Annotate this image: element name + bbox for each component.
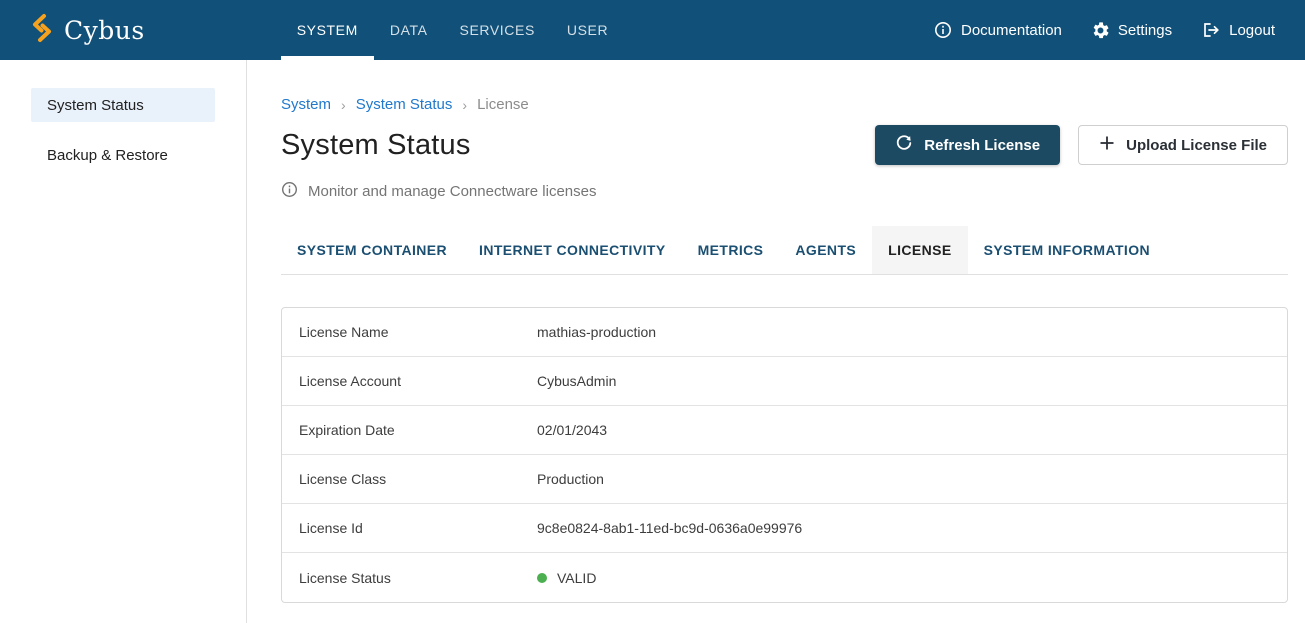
status-dot-valid (537, 573, 547, 583)
info-icon (934, 21, 952, 39)
breadcrumb-separator: › (462, 97, 467, 113)
row-value: Production (537, 471, 604, 487)
page-action-buttons: Refresh License Upload License File (875, 125, 1288, 165)
tab-system-container[interactable]: SYSTEM CONTAINER (281, 226, 463, 274)
gear-icon (1092, 22, 1109, 39)
sidebar-item-system-status[interactable]: System Status (31, 88, 215, 122)
documentation-link[interactable]: Documentation (934, 21, 1062, 39)
table-row-license-id: License Id 9c8e0824-8ab1-11ed-bc9d-0636a… (282, 504, 1287, 553)
breadcrumb-license: License (477, 96, 529, 113)
table-row-license-status: License Status VALID (282, 553, 1287, 602)
row-label: License Class (282, 471, 537, 487)
row-label: License Id (282, 520, 537, 536)
cybus-logo: Cybus (30, 0, 145, 60)
table-row-license-name: License Name mathias-production (282, 308, 1287, 357)
row-value: CybusAdmin (537, 373, 616, 389)
tab-metrics[interactable]: METRICS (682, 226, 780, 274)
refresh-license-label: Refresh License (924, 137, 1040, 154)
breadcrumb-system-status[interactable]: System Status (356, 96, 453, 113)
header-actions: Documentation Settings Logout (934, 0, 1275, 60)
main-content: System › System Status › License System … (247, 60, 1305, 623)
row-label: License Account (282, 373, 537, 389)
breadcrumb-separator: › (341, 97, 346, 113)
page-subtitle-text: Monitor and manage Connectware licenses (308, 183, 597, 200)
breadcrumb: System › System Status › License (281, 96, 1288, 113)
nav-item-services[interactable]: SERVICES (444, 0, 551, 60)
tab-system-information[interactable]: SYSTEM INFORMATION (968, 226, 1166, 274)
tab-internet-connectivity[interactable]: INTERNET CONNECTIVITY (463, 226, 682, 274)
table-row-license-class: License Class Production (282, 455, 1287, 504)
nav-item-data[interactable]: DATA (374, 0, 444, 60)
logo-text: Cybus (64, 16, 145, 45)
row-value: mathias-production (537, 324, 656, 340)
plus-icon (1099, 135, 1115, 155)
logout-link[interactable]: Logout (1202, 21, 1275, 39)
sidebar-item-backup-restore[interactable]: Backup & Restore (31, 138, 215, 172)
logout-label: Logout (1229, 22, 1275, 39)
nav-item-user[interactable]: USER (551, 0, 624, 60)
refresh-icon (895, 134, 913, 156)
license-details-card: License Name mathias-production License … (281, 307, 1288, 603)
cybus-logo-icon (30, 13, 54, 48)
row-value: 9c8e0824-8ab1-11ed-bc9d-0636a0e99976 (537, 520, 802, 536)
tab-agents[interactable]: AGENTS (779, 226, 872, 274)
logout-icon (1202, 21, 1220, 39)
main-nav: SYSTEM DATA SERVICES USER (281, 0, 625, 60)
info-icon (281, 181, 298, 202)
nav-item-system[interactable]: SYSTEM (281, 0, 374, 60)
status-badge: VALID (557, 570, 596, 586)
top-navbar: Cybus SYSTEM DATA SERVICES USER Document… (0, 0, 1305, 60)
settings-link[interactable]: Settings (1092, 22, 1172, 39)
breadcrumb-system[interactable]: System (281, 96, 331, 113)
page-subtitle: Monitor and manage Connectware licenses (281, 181, 1288, 202)
status-tabs: SYSTEM CONTAINER INTERNET CONNECTIVITY M… (281, 226, 1288, 275)
upload-license-file-button[interactable]: Upload License File (1078, 125, 1288, 165)
settings-label: Settings (1118, 22, 1172, 39)
row-value: 02/01/2043 (537, 422, 607, 438)
refresh-license-button[interactable]: Refresh License (875, 125, 1060, 165)
row-label: Expiration Date (282, 422, 537, 438)
row-label: License Name (282, 324, 537, 340)
page-title: System Status (281, 129, 471, 162)
tab-license[interactable]: LICENSE (872, 226, 967, 274)
table-row-expiration-date: Expiration Date 02/01/2043 (282, 406, 1287, 455)
sidebar: System Status Backup & Restore (0, 60, 247, 623)
upload-license-file-label: Upload License File (1126, 137, 1267, 154)
table-row-license-account: License Account CybusAdmin (282, 357, 1287, 406)
row-label: License Status (282, 570, 537, 586)
row-value: VALID (537, 570, 596, 586)
documentation-label: Documentation (961, 22, 1062, 39)
